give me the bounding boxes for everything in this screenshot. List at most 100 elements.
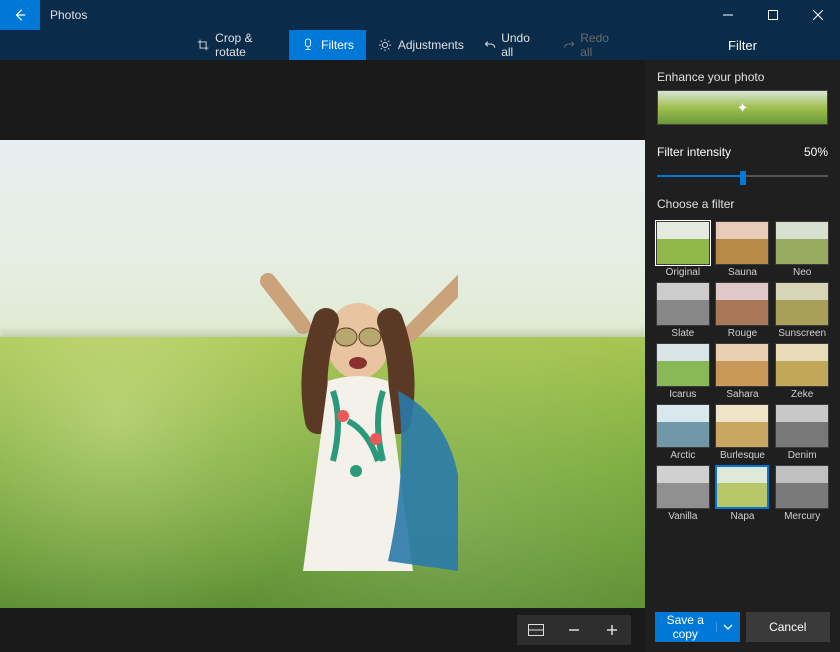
filter-thumb-denim[interactable] bbox=[775, 404, 829, 448]
filter-sauna[interactable]: Sauna bbox=[715, 221, 771, 278]
zoom-in-button[interactable] bbox=[593, 615, 631, 645]
filter-thumb-icarus[interactable] bbox=[656, 343, 710, 387]
maximize-icon bbox=[768, 10, 778, 20]
filter-denim[interactable]: Denim bbox=[774, 404, 830, 461]
titlebar: Photos bbox=[0, 0, 840, 30]
filter-label: Burlesque bbox=[720, 448, 765, 461]
cancel-label: Cancel bbox=[769, 620, 806, 634]
crop-rotate-button[interactable]: Crop & rotate bbox=[185, 30, 289, 60]
filter-thumb-rouge[interactable] bbox=[715, 282, 769, 326]
enhance-button[interactable]: ✦ bbox=[657, 90, 828, 125]
intensity-label: Filter intensity bbox=[657, 145, 731, 159]
redo-label: Redo all bbox=[580, 31, 622, 59]
redo-all-button[interactable]: Redo all bbox=[555, 31, 630, 59]
adjustments-label: Adjustments bbox=[398, 38, 464, 52]
filter-burlesque[interactable]: Burlesque bbox=[715, 404, 771, 461]
app-title: Photos bbox=[40, 8, 87, 22]
filter-label: Slate bbox=[671, 326, 694, 339]
filter-arctic[interactable]: Arctic bbox=[655, 404, 711, 461]
photo-canvas[interactable] bbox=[0, 140, 645, 608]
filters-icon bbox=[301, 38, 315, 52]
filter-label: Vanilla bbox=[668, 509, 697, 522]
filter-neo[interactable]: Neo bbox=[774, 221, 830, 278]
close-button[interactable] bbox=[795, 0, 840, 30]
redo-icon bbox=[563, 39, 575, 52]
filter-rouge[interactable]: Rouge bbox=[715, 282, 771, 339]
filter-thumb-mercury[interactable] bbox=[775, 465, 829, 509]
canvas-area bbox=[0, 60, 645, 652]
minus-icon bbox=[568, 624, 580, 636]
sidebar: Enhance your photo ✦ Filter intensity 50… bbox=[645, 60, 840, 652]
filter-thumb-original[interactable] bbox=[656, 221, 710, 265]
filter-thumb-burlesque[interactable] bbox=[715, 404, 769, 448]
filter-thumb-arctic[interactable] bbox=[656, 404, 710, 448]
filter-label: Arctic bbox=[670, 448, 695, 461]
filter-thumb-sunscreen[interactable] bbox=[775, 282, 829, 326]
sidebar-title: Filter bbox=[728, 38, 757, 53]
filter-thumb-neo[interactable] bbox=[775, 221, 829, 265]
filter-label: Zeke bbox=[791, 387, 813, 400]
filter-sunscreen[interactable]: Sunscreen bbox=[774, 282, 830, 339]
crop-icon bbox=[197, 38, 209, 52]
adjustments-icon bbox=[378, 38, 392, 52]
undo-label: Undo all bbox=[501, 31, 543, 59]
undo-all-button[interactable]: Undo all bbox=[476, 31, 551, 59]
filter-icarus[interactable]: Icarus bbox=[655, 343, 711, 400]
save-label: Save a copy bbox=[655, 613, 716, 641]
fit-icon bbox=[528, 624, 544, 636]
maximize-button[interactable] bbox=[750, 0, 795, 30]
filter-label: Sauna bbox=[728, 265, 757, 278]
choose-filter-label: Choose a filter bbox=[645, 187, 840, 217]
filters-label: Filters bbox=[321, 38, 354, 52]
minimize-button[interactable] bbox=[705, 0, 750, 30]
filter-label: Napa bbox=[731, 509, 755, 522]
filter-thumb-zeke[interactable] bbox=[775, 343, 829, 387]
undo-icon bbox=[484, 39, 496, 52]
slider-fill bbox=[657, 175, 743, 177]
filter-mercury[interactable]: Mercury bbox=[774, 465, 830, 522]
zoom-out-button[interactable] bbox=[555, 615, 593, 645]
filter-slate[interactable]: Slate bbox=[655, 282, 711, 339]
filter-napa[interactable]: Napa bbox=[715, 465, 771, 522]
save-copy-button[interactable]: Save a copy bbox=[655, 612, 740, 642]
filter-zeke[interactable]: Zeke bbox=[774, 343, 830, 400]
filter-label: Sahara bbox=[726, 387, 758, 400]
filter-thumb-napa[interactable] bbox=[715, 465, 769, 509]
filter-sahara[interactable]: Sahara bbox=[715, 343, 771, 400]
filter-label: Rouge bbox=[728, 326, 757, 339]
filter-original[interactable]: Original bbox=[655, 221, 711, 278]
filter-label: Icarus bbox=[669, 387, 696, 400]
adjustments-button[interactable]: Adjustments bbox=[366, 30, 476, 60]
filter-label: Original bbox=[666, 265, 700, 278]
sparkle-icon: ✦ bbox=[737, 99, 749, 116]
window-controls bbox=[705, 0, 840, 30]
crop-label: Crop & rotate bbox=[215, 31, 277, 59]
slider-thumb[interactable] bbox=[740, 171, 746, 185]
filter-label: Neo bbox=[793, 265, 811, 278]
filter-grid: Original Sauna Neo Slate Rouge Sunscreen Icaru… bbox=[645, 217, 840, 530]
filter-thumb-sauna[interactable] bbox=[715, 221, 769, 265]
save-menu-button[interactable] bbox=[716, 622, 740, 632]
sidebar-footer: Save a copy Cancel bbox=[645, 604, 840, 652]
minimize-icon bbox=[723, 10, 733, 20]
filters-button[interactable]: Filters bbox=[289, 30, 366, 60]
intensity-value: 50% bbox=[804, 145, 828, 159]
plus-icon bbox=[606, 624, 618, 636]
zoom-controls bbox=[517, 615, 631, 645]
canvas-bottombar bbox=[0, 608, 645, 652]
filter-label: Mercury bbox=[784, 509, 820, 522]
filter-label: Sunscreen bbox=[778, 326, 826, 339]
back-button[interactable] bbox=[0, 0, 40, 30]
filter-thumb-slate[interactable] bbox=[656, 282, 710, 326]
filter-thumb-vanilla[interactable] bbox=[656, 465, 710, 509]
cancel-button[interactable]: Cancel bbox=[746, 612, 831, 642]
fit-button[interactable] bbox=[517, 615, 555, 645]
intensity-slider[interactable] bbox=[657, 169, 828, 183]
enhance-label: Enhance your photo bbox=[645, 60, 840, 90]
filter-label: Denim bbox=[788, 448, 817, 461]
filter-vanilla[interactable]: Vanilla bbox=[655, 465, 711, 522]
chevron-down-icon bbox=[723, 622, 733, 632]
close-icon bbox=[813, 10, 823, 20]
arrow-left-icon bbox=[13, 8, 27, 22]
filter-thumb-sahara[interactable] bbox=[715, 343, 769, 387]
